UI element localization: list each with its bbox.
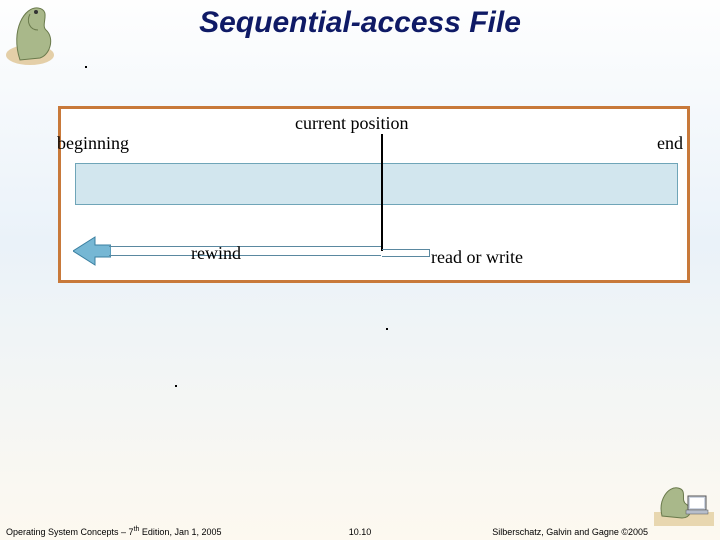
dinosaur-computer-logo-icon — [654, 482, 714, 526]
stray-dot — [386, 328, 388, 330]
beginning-label: beginning — [57, 133, 129, 154]
rewind-track — [109, 246, 381, 256]
stray-dot — [175, 385, 177, 387]
read-or-write-label: read or write — [431, 247, 523, 268]
sequential-access-diagram: beginning current position end rewind re… — [61, 109, 687, 280]
diagram-frame: beginning current position end rewind re… — [58, 106, 690, 283]
current-position-label: current position — [295, 113, 408, 134]
current-position-marker — [381, 134, 383, 251]
file-bar — [75, 163, 678, 205]
footer-right: Silberschatz, Galvin and Gagne ©2005 — [492, 527, 648, 537]
rewind-arrow-icon — [73, 235, 111, 267]
stray-dot — [85, 66, 87, 68]
rewind-label: rewind — [191, 243, 241, 264]
end-label: end — [657, 133, 683, 154]
slide-title: Sequential-access File — [0, 6, 720, 40]
read-write-track — [382, 249, 430, 257]
